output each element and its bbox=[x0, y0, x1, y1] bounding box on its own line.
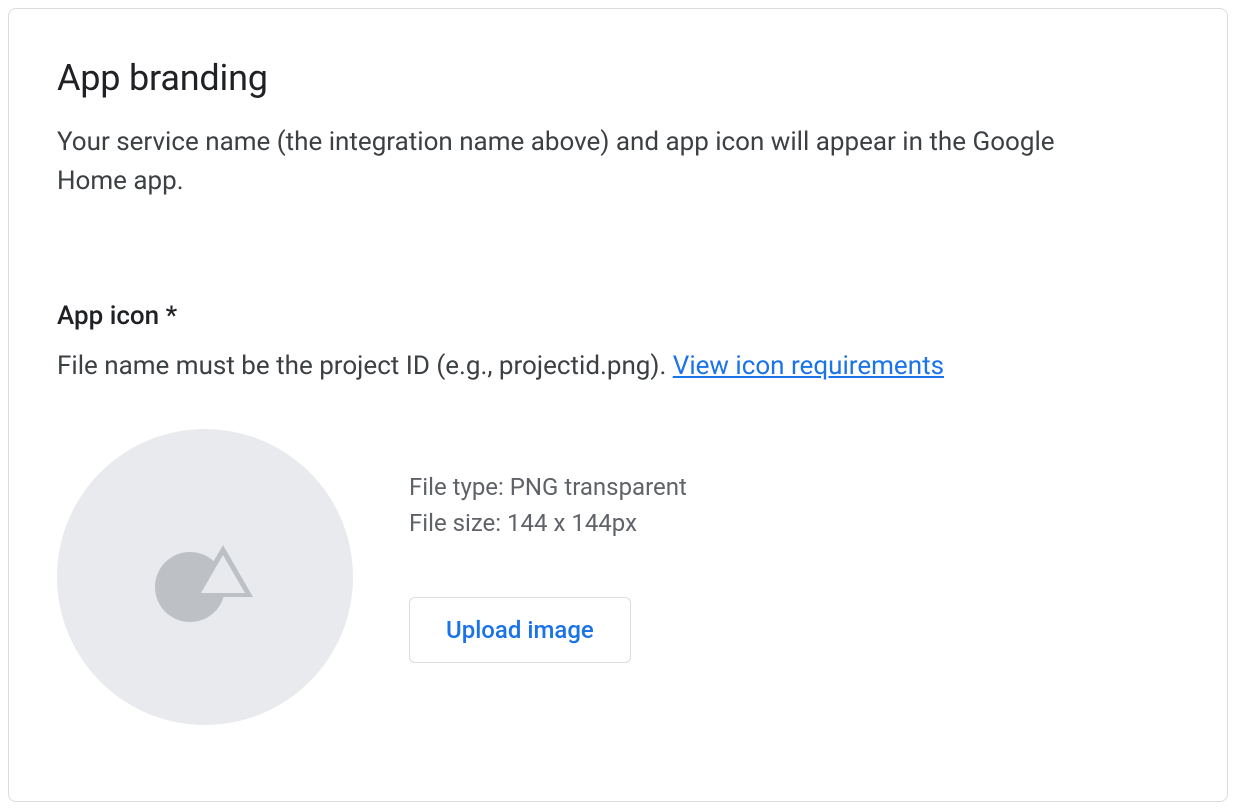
upload-image-button[interactable]: Upload image bbox=[409, 597, 631, 663]
section-title: App branding bbox=[57, 57, 1179, 99]
file-size-text: File size: 144 x 144px bbox=[409, 505, 687, 541]
app-icon-label: App icon * bbox=[57, 301, 1179, 331]
app-icon-help-text: File name must be the project ID (e.g., … bbox=[57, 351, 673, 381]
upload-details: File type: PNG transparent File size: 14… bbox=[409, 429, 687, 663]
section-description: Your service name (the integration name … bbox=[57, 123, 1107, 201]
app-icon-help: File name must be the project ID (e.g., … bbox=[57, 351, 1179, 381]
icon-placeholder bbox=[57, 429, 353, 725]
upload-row: File type: PNG transparent File size: 14… bbox=[57, 429, 1179, 725]
file-info: File type: PNG transparent File size: 14… bbox=[409, 469, 687, 541]
view-icon-requirements-link[interactable]: View icon requirements bbox=[673, 351, 944, 381]
file-type-text: File type: PNG transparent bbox=[409, 469, 687, 505]
app-branding-card: App branding Your service name (the inte… bbox=[8, 8, 1228, 802]
shapes-placeholder-icon bbox=[145, 525, 265, 629]
